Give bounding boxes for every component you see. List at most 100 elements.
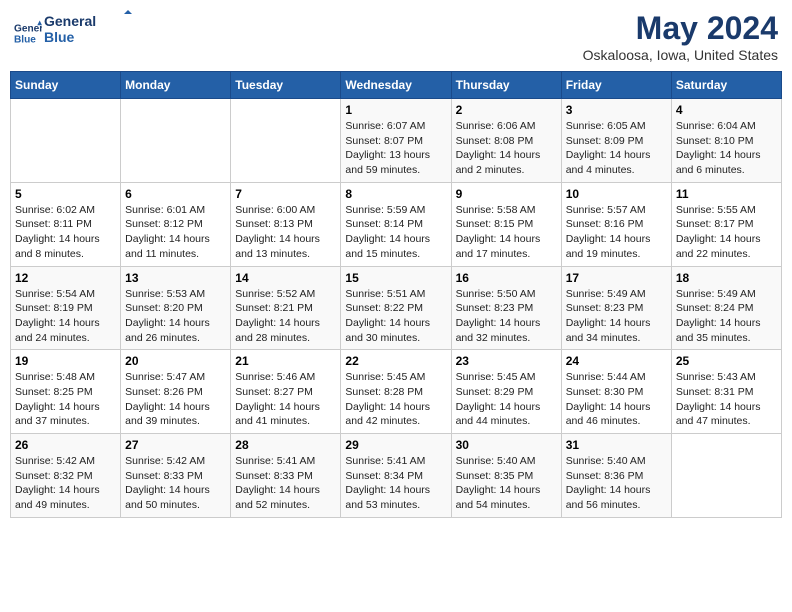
day-info: Sunrise: 5:52 AMSunset: 8:21 PMDaylight:… <box>235 287 336 346</box>
day-number: 31 <box>566 438 667 452</box>
day-info: Sunrise: 6:06 AMSunset: 8:08 PMDaylight:… <box>456 119 557 178</box>
week-row-2: 5Sunrise: 6:02 AMSunset: 8:11 PMDaylight… <box>11 182 782 266</box>
calendar-cell <box>11 99 121 183</box>
day-info: Sunrise: 5:40 AMSunset: 8:36 PMDaylight:… <box>566 454 667 513</box>
day-number: 9 <box>456 187 557 201</box>
calendar-cell: 14 Sunrise: 5:52 AMSunset: 8:21 PMDayligh… <box>231 266 341 350</box>
day-number: 10 <box>566 187 667 201</box>
day-info: Sunrise: 5:47 AMSunset: 8:26 PMDaylight:… <box>125 370 226 429</box>
day-info: Sunrise: 6:02 AMSunset: 8:11 PMDaylight:… <box>15 203 116 262</box>
calendar-cell: 23Sunrise: 5:45 AMSunset: 8:29 PMDayligh… <box>451 350 561 434</box>
day-info: Sunrise: 5:59 AMSunset: 8:14 PMDaylight:… <box>345 203 446 262</box>
header-monday: Monday <box>121 72 231 99</box>
calendar-cell: 2 Sunrise: 6:06 AMSunset: 8:08 PMDaylight… <box>451 99 561 183</box>
week-row-1: 1Sunrise: 6:07 AMSunset: 8:07 PMDaylight… <box>11 99 782 183</box>
day-info: Sunrise: 5:45 AMSunset: 8:29 PMDaylight:… <box>456 370 557 429</box>
calendar-cell: 30 Sunrise: 5:40 AMSunset: 8:35 PMDayligh… <box>451 434 561 518</box>
calendar-cell: 20 Sunrise: 5:47 AMSunset: 8:26 PMDayligh… <box>121 350 231 434</box>
svg-text:Blue: Blue <box>14 34 36 45</box>
day-info: Sunrise: 5:58 AMSunset: 8:15 PMDaylight:… <box>456 203 557 262</box>
calendar-cell: 19Sunrise: 5:48 AMSunset: 8:25 PMDayligh… <box>11 350 121 434</box>
day-info: Sunrise: 5:53 AMSunset: 8:20 PMDaylight:… <box>125 287 226 346</box>
svg-text:General: General <box>44 13 96 29</box>
day-number: 4 <box>676 103 777 117</box>
day-info: Sunrise: 5:49 AMSunset: 8:23 PMDaylight:… <box>566 287 667 346</box>
calendar-cell: 31 Sunrise: 5:40 AMSunset: 8:36 PMDayligh… <box>561 434 671 518</box>
calendar-cell: 3 Sunrise: 6:05 AMSunset: 8:09 PMDaylight… <box>561 99 671 183</box>
day-number: 27 <box>125 438 226 452</box>
day-number: 22 <box>345 354 446 368</box>
calendar-cell: 10 Sunrise: 5:57 AMSunset: 8:16 PMDayligh… <box>561 182 671 266</box>
calendar-cell <box>121 99 231 183</box>
calendar-cell: 15 Sunrise: 5:51 AMSunset: 8:22 PMDayligh… <box>341 266 451 350</box>
calendar-cell: 18 Sunrise: 5:49 AMSunset: 8:24 PMDayligh… <box>671 266 781 350</box>
day-number: 8 <box>345 187 446 201</box>
day-number: 24 <box>566 354 667 368</box>
calendar-cell: 6Sunrise: 6:01 AMSunset: 8:12 PMDaylight… <box>121 182 231 266</box>
day-info: Sunrise: 5:46 AMSunset: 8:27 PMDaylight:… <box>235 370 336 429</box>
day-number: 30 <box>456 438 557 452</box>
week-row-4: 19Sunrise: 5:48 AMSunset: 8:25 PMDayligh… <box>11 350 782 434</box>
calendar-cell: 13 Sunrise: 5:53 AMSunset: 8:20 PMDayligh… <box>121 266 231 350</box>
day-info: Sunrise: 5:42 AMSunset: 8:32 PMDaylight:… <box>15 454 116 513</box>
day-info: Sunrise: 6:05 AMSunset: 8:09 PMDaylight:… <box>566 119 667 178</box>
header-thursday: Thursday <box>451 72 561 99</box>
day-number: 20 <box>125 354 226 368</box>
day-number: 11 <box>676 187 777 201</box>
day-number: 16 <box>456 271 557 285</box>
calendar-cell: 4 Sunrise: 6:04 AMSunset: 8:10 PMDaylight… <box>671 99 781 183</box>
calendar-cell: 21 Sunrise: 5:46 AMSunset: 8:27 PMDayligh… <box>231 350 341 434</box>
logo-svg: General Blue <box>44 10 134 50</box>
header-saturday: Saturday <box>671 72 781 99</box>
day-info: Sunrise: 5:54 AMSunset: 8:19 PMDaylight:… <box>15 287 116 346</box>
day-number: 3 <box>566 103 667 117</box>
calendar-cell: 24 Sunrise: 5:44 AMSunset: 8:30 PMDayligh… <box>561 350 671 434</box>
calendar-cell: 1Sunrise: 6:07 AMSunset: 8:07 PMDaylight… <box>341 99 451 183</box>
day-info: Sunrise: 6:00 AMSunset: 8:13 PMDaylight:… <box>235 203 336 262</box>
day-number: 21 <box>235 354 336 368</box>
day-number: 7 <box>235 187 336 201</box>
day-number: 17 <box>566 271 667 285</box>
day-info: Sunrise: 5:45 AMSunset: 8:28 PMDaylight:… <box>345 370 446 429</box>
calendar-cell: 16Sunrise: 5:50 AMSunset: 8:23 PMDayligh… <box>451 266 561 350</box>
day-number: 2 <box>456 103 557 117</box>
day-number: 26 <box>15 438 116 452</box>
logo-icon: General Blue <box>14 19 42 47</box>
day-info: Sunrise: 5:42 AMSunset: 8:33 PMDaylight:… <box>125 454 226 513</box>
week-row-5: 26 Sunrise: 5:42 AMSunset: 8:32 PMDayligh… <box>11 434 782 518</box>
header-tuesday: Tuesday <box>231 72 341 99</box>
calendar-cell: 9 Sunrise: 5:58 AMSunset: 8:15 PMDaylight… <box>451 182 561 266</box>
calendar-cell: 12Sunrise: 5:54 AMSunset: 8:19 PMDayligh… <box>11 266 121 350</box>
title-block: May 2024 Oskaloosa, Iowa, United States <box>583 10 778 63</box>
day-number: 29 <box>345 438 446 452</box>
day-info: Sunrise: 5:49 AMSunset: 8:24 PMDaylight:… <box>676 287 777 346</box>
calendar-cell <box>231 99 341 183</box>
calendar-cell: 17 Sunrise: 5:49 AMSunset: 8:23 PMDayligh… <box>561 266 671 350</box>
day-number: 28 <box>235 438 336 452</box>
page-header: General Blue General Blue May 2024 Oskal… <box>10 10 782 63</box>
calendar-cell <box>671 434 781 518</box>
day-number: 14 <box>235 271 336 285</box>
header-wednesday: Wednesday <box>341 72 451 99</box>
day-info: Sunrise: 5:57 AMSunset: 8:16 PMDaylight:… <box>566 203 667 262</box>
day-info: Sunrise: 6:04 AMSunset: 8:10 PMDaylight:… <box>676 119 777 178</box>
day-info: Sunrise: 5:44 AMSunset: 8:30 PMDaylight:… <box>566 370 667 429</box>
day-number: 1 <box>345 103 446 117</box>
day-number: 15 <box>345 271 446 285</box>
calendar-cell: 7 Sunrise: 6:00 AMSunset: 8:13 PMDaylight… <box>231 182 341 266</box>
day-info: Sunrise: 5:55 AMSunset: 8:17 PMDaylight:… <box>676 203 777 262</box>
main-title: May 2024 <box>583 10 778 47</box>
calendar-body: 1Sunrise: 6:07 AMSunset: 8:07 PMDaylight… <box>11 99 782 518</box>
day-info: Sunrise: 5:51 AMSunset: 8:22 PMDaylight:… <box>345 287 446 346</box>
subtitle: Oskaloosa, Iowa, United States <box>583 47 778 63</box>
day-info: Sunrise: 5:40 AMSunset: 8:35 PMDaylight:… <box>456 454 557 513</box>
day-info: Sunrise: 5:41 AMSunset: 8:34 PMDaylight:… <box>345 454 446 513</box>
svg-text:Blue: Blue <box>44 29 75 45</box>
day-number: 13 <box>125 271 226 285</box>
logo: General Blue General Blue <box>14 10 134 55</box>
calendar-cell: 22 Sunrise: 5:45 AMSunset: 8:28 PMDayligh… <box>341 350 451 434</box>
calendar-header: SundayMondayTuesdayWednesdayThursdayFrid… <box>11 72 782 99</box>
day-number: 18 <box>676 271 777 285</box>
header-friday: Friday <box>561 72 671 99</box>
calendar-cell: 28Sunrise: 5:41 AMSunset: 8:33 PMDayligh… <box>231 434 341 518</box>
